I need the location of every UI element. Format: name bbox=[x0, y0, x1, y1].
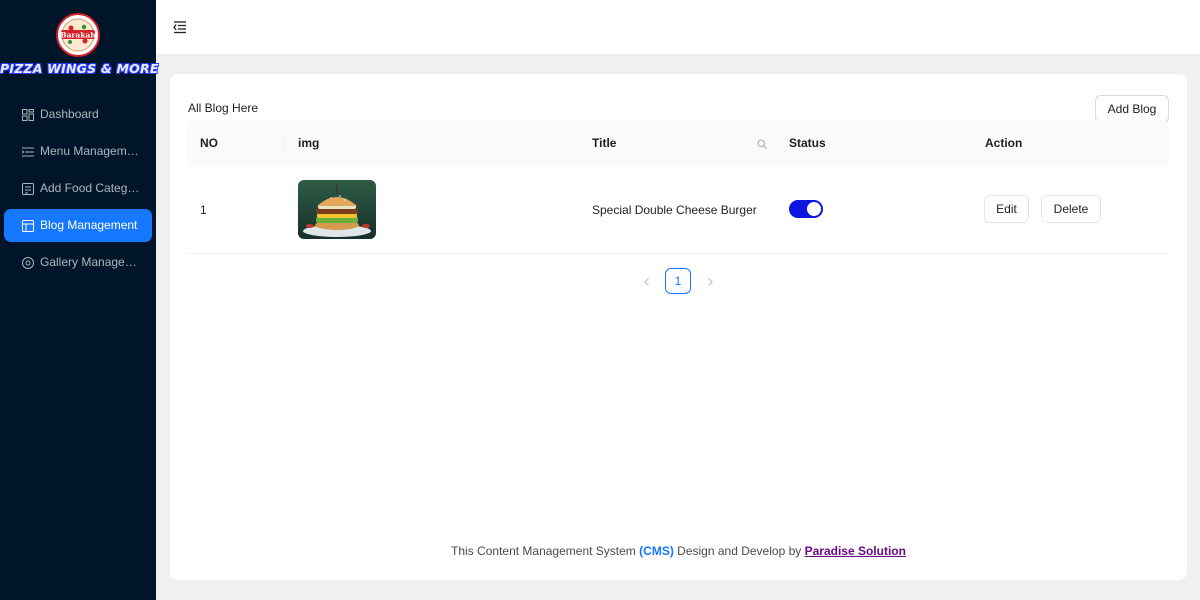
menu-list-icon bbox=[22, 147, 34, 157]
table-header: NO img Title Status Action bbox=[187, 120, 1169, 167]
footer-credit-link[interactable]: Paradise Solution bbox=[805, 544, 906, 558]
sidebar-item-menu-management[interactable]: Menu Management bbox=[4, 135, 152, 168]
column-header-img: img bbox=[298, 136, 320, 150]
footer-prefix: This Content Management System bbox=[451, 544, 636, 558]
column-header-action: Action bbox=[985, 136, 1023, 150]
gallery-icon bbox=[22, 257, 34, 269]
column-header-no: NO bbox=[200, 136, 218, 150]
column-header-status: Status bbox=[789, 136, 826, 150]
page-title: All Blog Here bbox=[188, 101, 259, 115]
burger-thumbnail bbox=[298, 180, 376, 239]
chevron-left-icon[interactable] bbox=[642, 277, 652, 287]
toggle-knob bbox=[807, 202, 821, 216]
blog-icon bbox=[22, 220, 34, 232]
food-category-icon bbox=[22, 183, 34, 195]
sidebar-item-label: Menu Management bbox=[40, 144, 140, 158]
sidebar-nav: Dashboard Menu Management Add Food Categ… bbox=[0, 98, 156, 283]
column-divider bbox=[283, 133, 284, 155]
row-number: 1 bbox=[200, 203, 207, 217]
edit-button[interactable]: Edit bbox=[984, 195, 1029, 223]
app-root: Barakah PIZZA WINGS & MORE Dashboard Men… bbox=[0, 0, 1200, 600]
brand-logo[interactable]: Barakah PIZZA WINGS & MORE bbox=[0, 10, 159, 80]
status-toggle[interactable] bbox=[789, 200, 823, 218]
brand-emblem-icon: Barakah bbox=[56, 13, 100, 57]
delete-button[interactable]: Delete bbox=[1041, 195, 1101, 223]
sidebar-item-label: Dashboard bbox=[40, 107, 99, 121]
brand-name: PIZZA WINGS & MORE bbox=[0, 61, 159, 76]
sidebar-item-dashboard[interactable]: Dashboard bbox=[4, 98, 152, 131]
sidebar-item-label: Gallery Management bbox=[40, 255, 140, 269]
footer-middle: Design and Develop by bbox=[677, 544, 802, 558]
sidebar-item-label: Blog Management bbox=[40, 218, 138, 232]
pagination: 1 bbox=[170, 268, 1187, 296]
top-header bbox=[156, 0, 1200, 54]
sidebar: Barakah PIZZA WINGS & MORE Dashboard Men… bbox=[0, 0, 159, 600]
menu-fold-icon[interactable] bbox=[173, 20, 187, 34]
pagination-page-current[interactable]: 1 bbox=[665, 268, 691, 294]
dashboard-icon bbox=[22, 109, 34, 121]
sidebar-item-blog-management[interactable]: Blog Management bbox=[4, 209, 152, 242]
content-card: All Blog Here Add Blog NO img Title Stat… bbox=[170, 74, 1187, 580]
burger-image bbox=[298, 180, 376, 239]
sidebar-item-label: Add Food Category bbox=[40, 181, 140, 195]
table-row: 1 Special Double Cheese Burger Edit Dele… bbox=[187, 168, 1169, 254]
chevron-right-icon[interactable] bbox=[705, 277, 715, 287]
footer: This Content Management System (CMS) Des… bbox=[170, 544, 1187, 558]
brand-emblem-text: Barakah bbox=[60, 31, 96, 40]
column-header-title[interactable]: Title bbox=[592, 136, 616, 150]
sidebar-item-gallery-management[interactable]: Gallery Management bbox=[4, 246, 152, 279]
blog-title-cell: Special Double Cheese Burger bbox=[592, 203, 757, 217]
sidebar-item-add-food-category[interactable]: Add Food Category bbox=[4, 172, 152, 205]
footer-cms: (CMS) bbox=[639, 544, 674, 558]
add-blog-button[interactable]: Add Blog bbox=[1095, 95, 1169, 123]
search-icon[interactable] bbox=[757, 139, 767, 149]
